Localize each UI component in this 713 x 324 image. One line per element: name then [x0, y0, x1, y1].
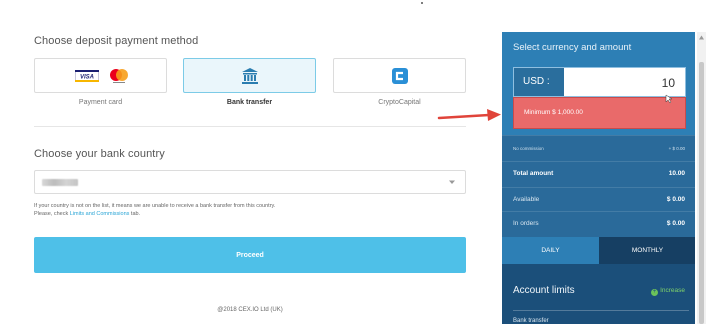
svg-text:VISA: VISA — [80, 75, 94, 81]
blurred-country-text — [42, 179, 78, 186]
tab-daily[interactable]: DAILY — [502, 237, 599, 264]
account-limits-title: Account limits — [513, 285, 575, 296]
bank-transfer-option[interactable] — [183, 58, 316, 93]
panel-header: Select currency and amount USD : 10 Mini… — [502, 32, 695, 135]
currency-amount-panel: Select currency and amount USD : 10 Mini… — [502, 32, 695, 324]
cryptocapital-icon — [392, 68, 408, 84]
currency-code: USD — [523, 76, 545, 87]
increase-label: Increase — [660, 287, 685, 294]
cryptocapital-option[interactable] — [333, 58, 466, 93]
available-value: $ 0.00 — [666, 196, 685, 203]
cryptocapital-label: CryptoCapital — [378, 99, 421, 106]
bank-country-select[interactable] — [34, 170, 466, 194]
minimum-warning: Minimum $ 1,000.00 — [513, 97, 686, 129]
available-row: Available $ 0.00 — [502, 187, 695, 213]
in-orders-label: In orders — [513, 220, 539, 227]
scrollbar[interactable] — [697, 32, 706, 324]
in-orders-value: $ 0.00 — [666, 220, 685, 227]
bank-country-title: Choose your bank country — [34, 148, 165, 160]
currency-selector[interactable]: USD : — [514, 68, 564, 96]
footer-copyright: @2018 CEX.IO Ltd (UK) — [217, 307, 283, 313]
total-amount-row: Total amount 10.00 — [502, 161, 695, 187]
total-amount-label: Total amount — [513, 170, 554, 177]
mastercard-icon — [110, 69, 128, 83]
deposit-method-title: Choose deposit payment method — [34, 35, 199, 47]
in-orders-row: In orders $ 0.00 — [502, 211, 695, 237]
bank-transfer-label: Bank transfer — [226, 99, 273, 106]
limits-divider — [513, 310, 689, 311]
scroll-up-arrow-icon[interactable] — [699, 35, 704, 40]
payment-card-option[interactable]: VISA — [34, 58, 167, 93]
chevron-down-icon — [449, 180, 455, 184]
payment-card-label: Payment card — [78, 99, 123, 106]
country-note: If your country is not on the list, it m… — [34, 202, 454, 218]
commission-value: + $ 0.00 — [668, 146, 685, 151]
plus-circle-icon: + — [651, 289, 659, 296]
commission-row: No commission + $ 0.00 — [502, 135, 695, 161]
country-note-suffix: tab. — [130, 211, 141, 217]
total-amount-value: 10.00 — [668, 170, 685, 177]
increase-limits-link[interactable]: + Increase — [651, 287, 685, 296]
amount-input-box[interactable]: USD : 10 — [513, 67, 686, 97]
tab-monthly[interactable]: MONTHLY — [599, 237, 695, 264]
limits-commissions-link[interactable]: Limits and Commissions — [70, 211, 130, 217]
section-divider — [34, 126, 466, 127]
limits-period-tabs: DAILY MONTHLY — [502, 237, 695, 264]
available-label: Available — [513, 196, 540, 203]
commission-label: No commission — [513, 146, 544, 151]
dot — [421, 2, 423, 4]
scrollbar-thumb[interactable] — [699, 62, 704, 324]
country-note-text: If your country is not on the list, it m… — [34, 203, 276, 209]
panel-title: Select currency and amount — [513, 42, 632, 53]
visa-icon: VISA — [75, 70, 99, 82]
limits-bank-transfer-label: Bank transfer — [513, 318, 549, 324]
bank-icon — [242, 68, 258, 84]
amount-input[interactable]: 10 — [662, 76, 675, 90]
country-note-prefix: Please, check — [34, 211, 69, 217]
text-cursor-icon — [665, 94, 673, 104]
red-arrow-annotation — [437, 109, 501, 121]
proceed-button[interactable]: Proceed — [34, 237, 466, 273]
